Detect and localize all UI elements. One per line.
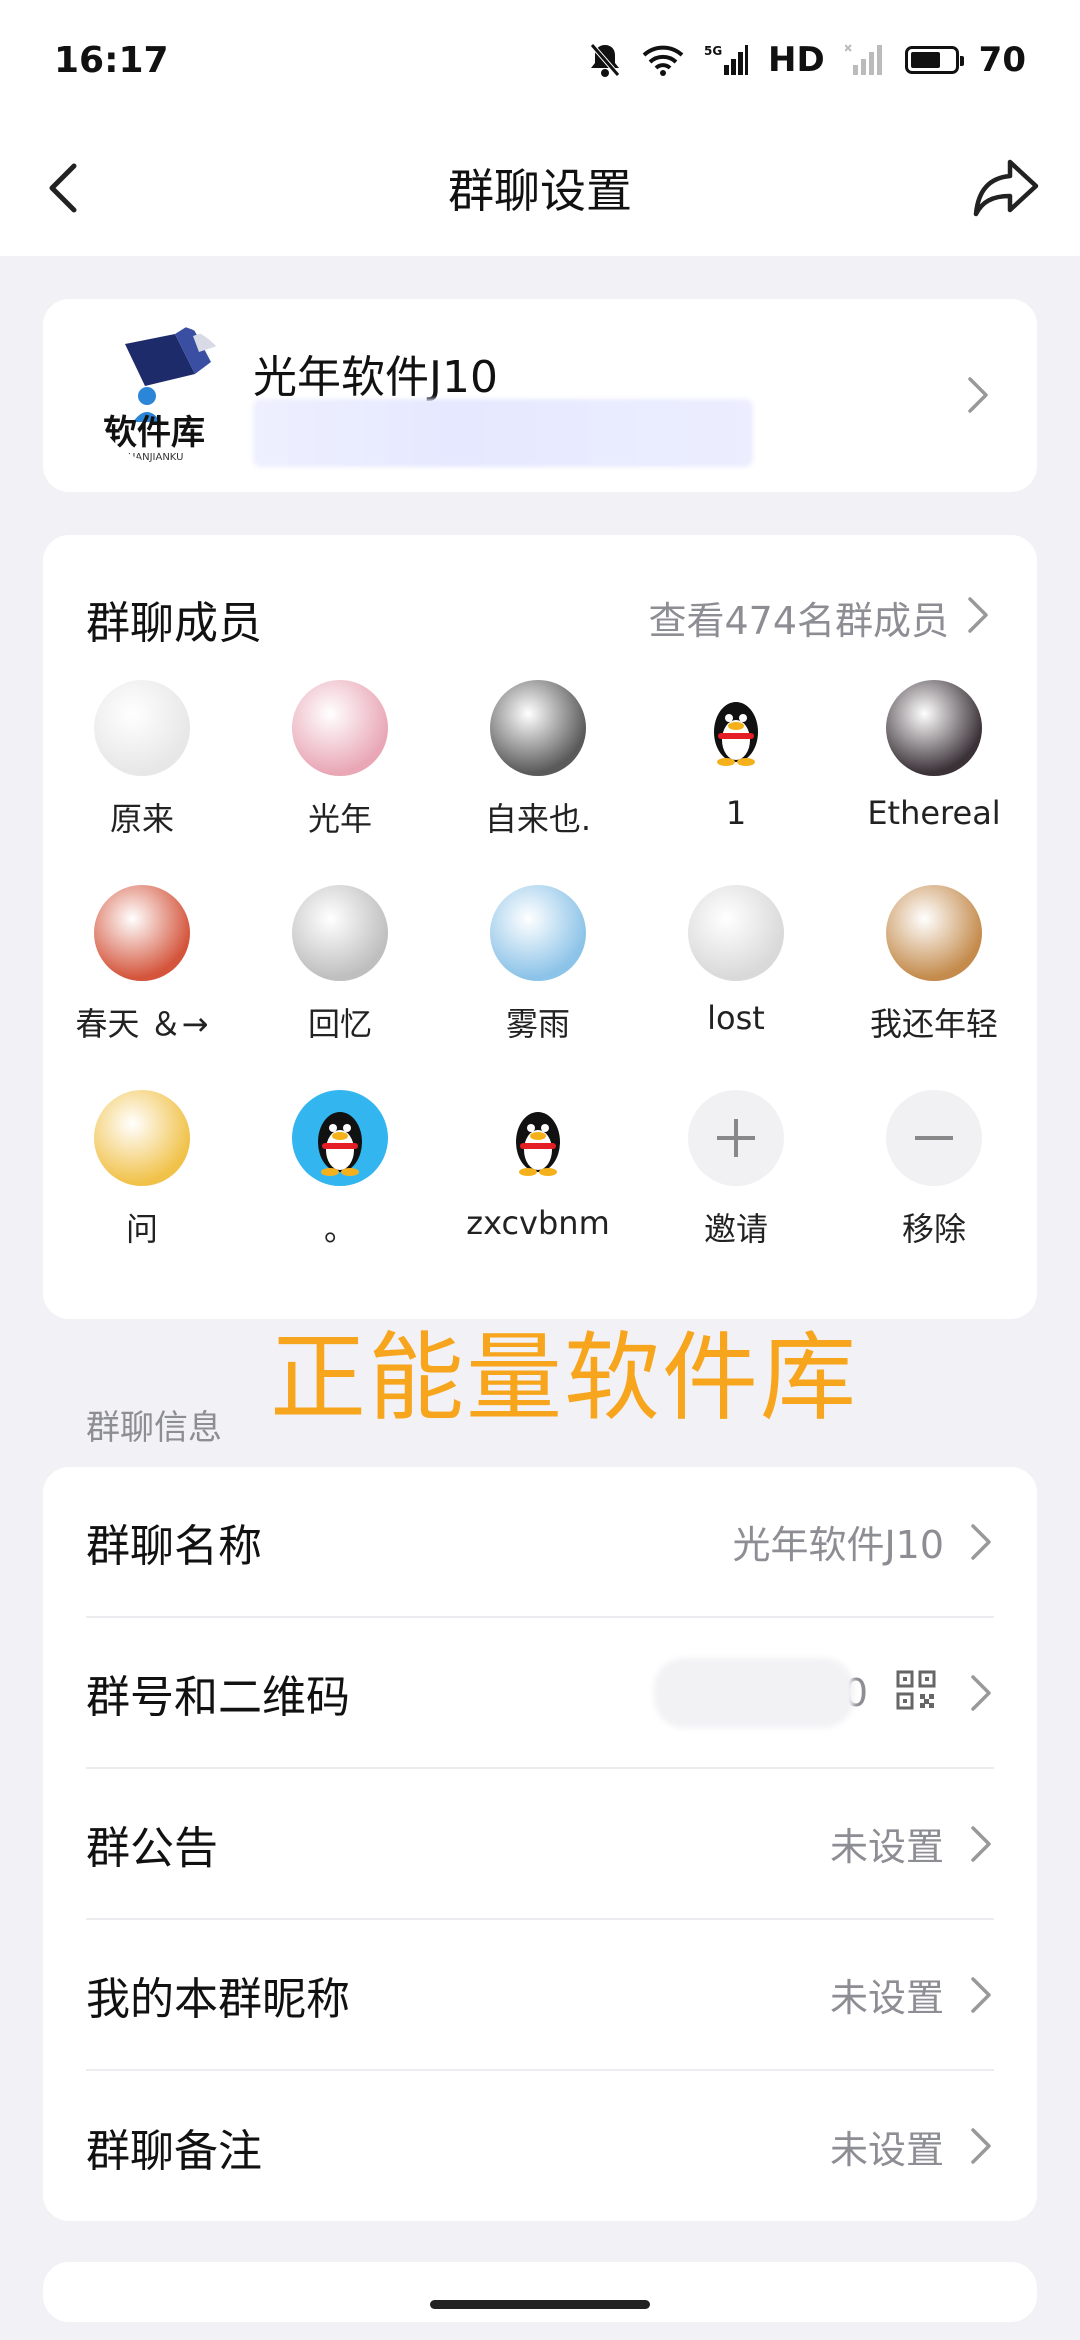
- member-item[interactable]: 雾雨: [439, 885, 637, 1045]
- member-name: 问: [125, 1210, 158, 1248]
- remove-button[interactable]: 移除: [835, 1090, 1033, 1250]
- member-item[interactable]: 自来也.: [439, 680, 637, 840]
- group-name: 光年软件J10: [253, 352, 498, 403]
- member-name: 光年: [307, 800, 372, 838]
- member-name: Ethereal: [867, 794, 1001, 832]
- status-time: 16:17: [54, 39, 169, 81]
- member-item[interactable]: 我还年轻: [835, 885, 1033, 1045]
- view-all-members-link[interactable]: 查看474名群成员: [648, 590, 949, 645]
- mute-bell-icon: [588, 42, 622, 78]
- share-icon[interactable]: [972, 156, 1040, 220]
- member-item[interactable]: 1: [637, 680, 835, 832]
- avatar: [94, 680, 190, 776]
- row-label: 群聊备注: [86, 2125, 262, 2177]
- group-logo-text: 软件库: [103, 413, 205, 453]
- chevron-right-icon: [968, 377, 988, 413]
- watermark-text: 正能量软件库: [270, 1322, 858, 1434]
- status-icons: 5G HD 70: [588, 40, 1026, 80]
- group-id-redacted: [253, 399, 753, 467]
- group-profile-card[interactable]: 软件库 RUANJIANKU 光年软件J10: [43, 299, 1037, 492]
- member-name: 春天 ＆→: [75, 1005, 209, 1043]
- member-item[interactable]: 春天 ＆→: [43, 885, 241, 1045]
- status-bar: 16:17 5G HD 70: [0, 0, 1080, 120]
- row-my-nickname[interactable]: 我的本群昵称 未设置: [86, 1920, 994, 2071]
- nav-bar: 群聊设置: [0, 120, 1080, 256]
- member-item[interactable]: 。: [241, 1090, 439, 1250]
- invite-button-label: 邀请: [703, 1210, 768, 1248]
- row-label: 群聊名称: [86, 1520, 262, 1572]
- group-number-redacted: [654, 1658, 854, 1728]
- plus-icon: [688, 1090, 784, 1186]
- section-label-group-info: 群聊信息: [86, 1408, 222, 1448]
- member-name: zxcvbnm: [466, 1204, 610, 1242]
- chevron-right-icon: [971, 2128, 991, 2164]
- next-section-card: [43, 2262, 1037, 2322]
- member-name: 自来也.: [484, 800, 592, 838]
- group-logo-sub: RUANJIANKU: [121, 452, 183, 463]
- member-name: 雾雨: [505, 1005, 570, 1043]
- member-item[interactable]: Ethereal: [835, 680, 1033, 832]
- avatar: [886, 885, 982, 981]
- member-item[interactable]: lost: [637, 885, 835, 1037]
- avatar: [490, 885, 586, 981]
- page-title: 群聊设置: [448, 164, 632, 218]
- row-value: 光年软件J10: [732, 1523, 944, 1567]
- avatar: [688, 885, 784, 981]
- avatar: [94, 885, 190, 981]
- avatar: [292, 885, 388, 981]
- member-name: 我还年轻: [869, 1005, 998, 1043]
- member-name: lost: [707, 999, 765, 1037]
- battery-icon: [904, 46, 964, 74]
- avatar: [886, 680, 982, 776]
- member-item[interactable]: 光年: [241, 680, 439, 840]
- qq-penguin-icon: [688, 680, 784, 776]
- remove-button-label: 移除: [901, 1210, 966, 1248]
- member-item[interactable]: 原来: [43, 680, 241, 840]
- home-indicator[interactable]: [430, 2300, 650, 2309]
- chevron-right-icon: [971, 1826, 991, 1862]
- cellular-weak-icon: [844, 43, 885, 77]
- row-label: 群公告: [86, 1822, 218, 1874]
- qq-penguin-icon: [490, 1090, 586, 1186]
- battery-level: 70: [978, 40, 1026, 80]
- minus-icon: [886, 1090, 982, 1186]
- row-group-name[interactable]: 群聊名称 光年软件J10: [86, 1467, 994, 1618]
- member-name: 原来: [109, 800, 174, 838]
- chevron-right-icon: [971, 1977, 991, 2013]
- group-avatar: 软件库 RUANJIANKU: [95, 324, 235, 464]
- row-label: 我的本群昵称: [86, 1973, 350, 2025]
- members-title: 群聊成员: [86, 598, 262, 649]
- qr-code-icon: [896, 1670, 936, 1710]
- member-item[interactable]: zxcvbnm: [439, 1090, 637, 1242]
- invite-button[interactable]: 邀请: [637, 1090, 835, 1250]
- member-name: 。: [323, 1210, 356, 1248]
- group-members-card: 群聊成员 查看474名群成员 原来 光年 自来也. 1 Ethereal 春天 ＆→ 回忆 雾…: [43, 535, 1037, 1319]
- cellular-5g-icon: 5G: [704, 43, 748, 77]
- chevron-right-icon: [971, 1524, 991, 1560]
- wifi-icon: [642, 44, 684, 76]
- row-group-number-qr[interactable]: 群号和二维码 0: [86, 1618, 994, 1769]
- member-name: 1: [725, 794, 747, 832]
- member-item[interactable]: 回忆: [241, 885, 439, 1045]
- member-name: 回忆: [307, 1005, 372, 1043]
- group-info-card: 群聊名称 光年软件J10 群号和二维码 0 群公告 未设置 我的本群昵称 未设置: [43, 1467, 1037, 2221]
- hd-label: HD: [767, 40, 825, 80]
- chevron-right-icon: [971, 1675, 991, 1711]
- qq-penguin-blue-icon: [292, 1090, 388, 1186]
- avatar: [94, 1090, 190, 1186]
- chevron-right-icon[interactable]: [965, 595, 991, 635]
- row-group-announcement[interactable]: 群公告 未设置: [86, 1769, 994, 1920]
- row-value: 未设置: [829, 1825, 944, 1869]
- member-item[interactable]: 问: [43, 1090, 241, 1250]
- avatar: [490, 680, 586, 776]
- row-group-remark[interactable]: 群聊备注 未设置: [86, 2071, 994, 2222]
- back-arrow-icon[interactable]: [36, 158, 96, 218]
- svg-text:5G: 5G: [704, 44, 722, 58]
- row-value: 未设置: [829, 2128, 944, 2172]
- avatar: [292, 680, 388, 776]
- row-value: 未设置: [829, 1976, 944, 2020]
